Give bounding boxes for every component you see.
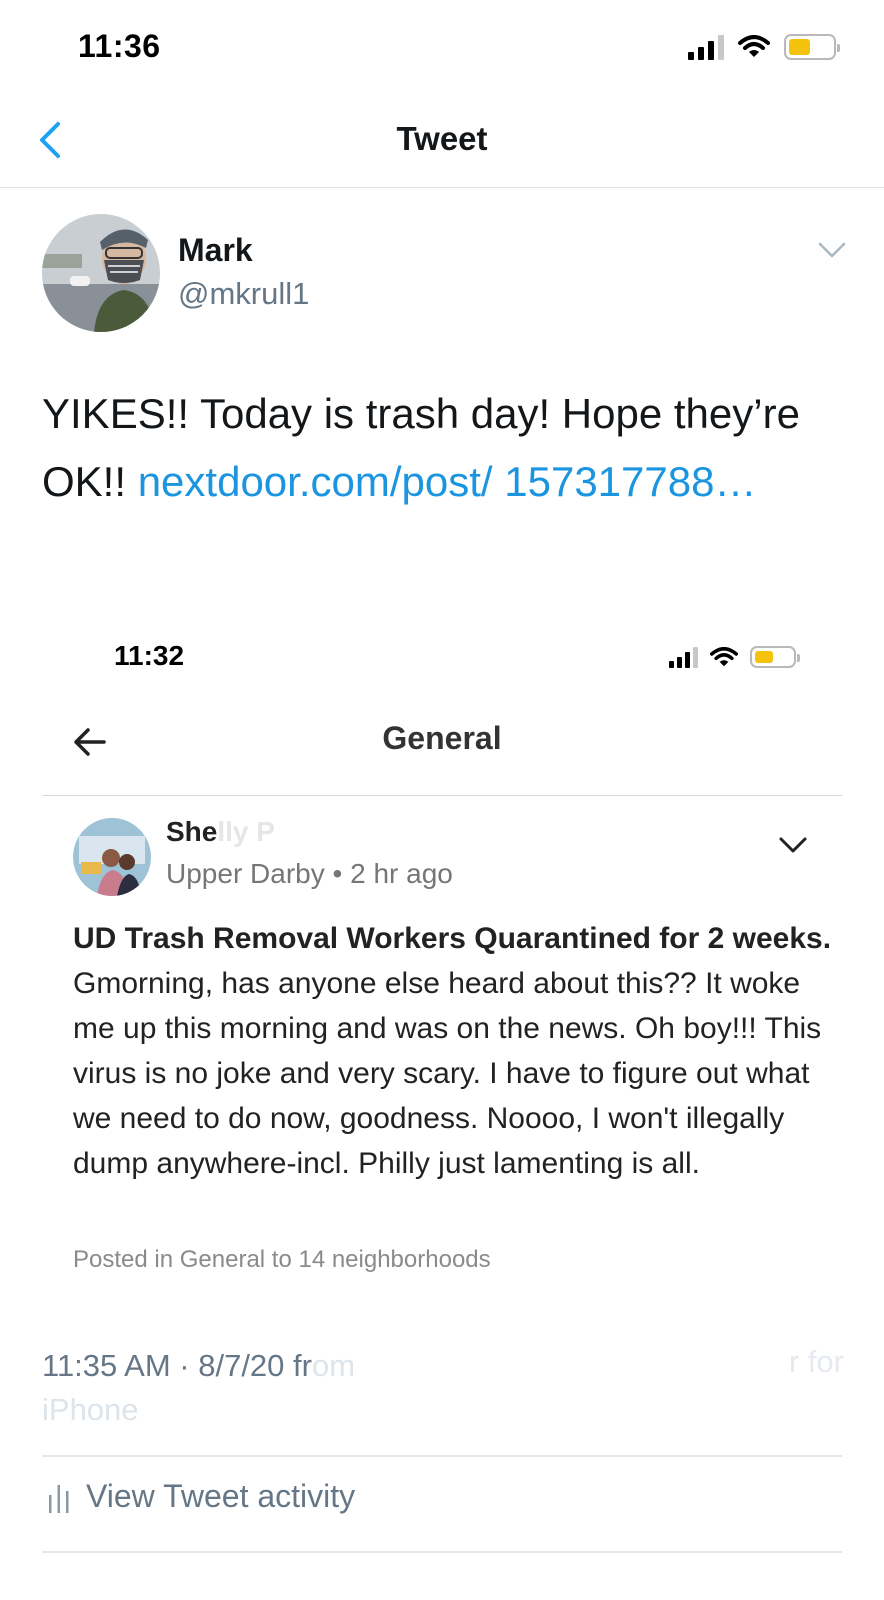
analytics-icon xyxy=(49,1484,69,1513)
tweet-timestamp: 11:35 AM · 8/7/20 from iPhone xyxy=(42,1344,842,1432)
posted-in-label: Posted in General to 14 neighborhoods xyxy=(73,1246,491,1273)
embedded-screenshot[interactable]: 11:32 General Shelly P Upper Darby • 2 h… xyxy=(0,610,884,1310)
poster-time: 2 hr ago xyxy=(350,858,453,889)
avatar[interactable] xyxy=(42,214,160,332)
battery-level xyxy=(755,651,773,663)
battery-icon xyxy=(750,646,800,668)
embedded-nav-bar: General xyxy=(42,690,842,796)
wifi-icon xyxy=(738,35,770,57)
embedded-post-body: UD Trash Removal Workers Quarantined for… xyxy=(73,916,833,1186)
source-device[interactable]: iPhone xyxy=(42,1392,139,1427)
nav-bar: Tweet xyxy=(0,96,884,188)
divider xyxy=(42,1455,842,1457)
cellular-signal-icon xyxy=(669,646,698,668)
poster-name-faded: lly P xyxy=(217,816,275,847)
embedded-status-icons xyxy=(669,646,800,668)
embedded-status-time: 11:32 xyxy=(114,640,185,671)
timestamp-faded: om xyxy=(311,1348,356,1383)
status-bar: 11:36 xyxy=(0,0,884,96)
post-text: Gmorning, has anyone else heard about th… xyxy=(73,967,822,1180)
embedded-avatar-image xyxy=(73,818,151,896)
embedded-poster-name: Shelly P xyxy=(166,816,275,848)
source-tail: r for xyxy=(788,1344,844,1379)
status-icons xyxy=(688,34,840,60)
page-title: Tweet xyxy=(396,120,488,157)
avatar-image xyxy=(42,214,160,332)
timestamp-text: 11:35 AM · 8/7/20 fr xyxy=(42,1348,312,1383)
poster-name-visible: She xyxy=(166,816,218,847)
chevron-down-icon[interactable] xyxy=(816,236,848,262)
author-name[interactable]: Mark xyxy=(178,232,253,269)
divider xyxy=(42,1551,842,1553)
author-handle[interactable]: @mkrull1 xyxy=(178,276,309,312)
battery-icon xyxy=(784,34,840,60)
battery-level xyxy=(789,39,810,55)
chevron-down-icon xyxy=(779,837,807,853)
meta-separator: • xyxy=(324,858,351,889)
tweet-text: YIKES!! Today is trash day! Hope they’re… xyxy=(42,380,842,516)
embedded-avatar xyxy=(73,818,151,896)
embedded-title: General xyxy=(382,720,502,756)
status-time: 11:36 xyxy=(78,28,161,64)
embedded-poster-meta: Upper Darby • 2 hr ago xyxy=(166,858,453,890)
post-title: UD Trash Removal Workers Quarantined for… xyxy=(73,922,832,955)
view-tweet-activity-button[interactable]: View Tweet activity xyxy=(48,1478,355,1515)
poster-location: Upper Darby xyxy=(166,858,325,889)
wifi-icon xyxy=(710,646,738,666)
tweet-link[interactable]: nextdoor.com/post/ 157317788… xyxy=(138,458,757,505)
cellular-signal-icon xyxy=(688,34,724,60)
view-tweet-activity-label: View Tweet activity xyxy=(86,1478,356,1514)
